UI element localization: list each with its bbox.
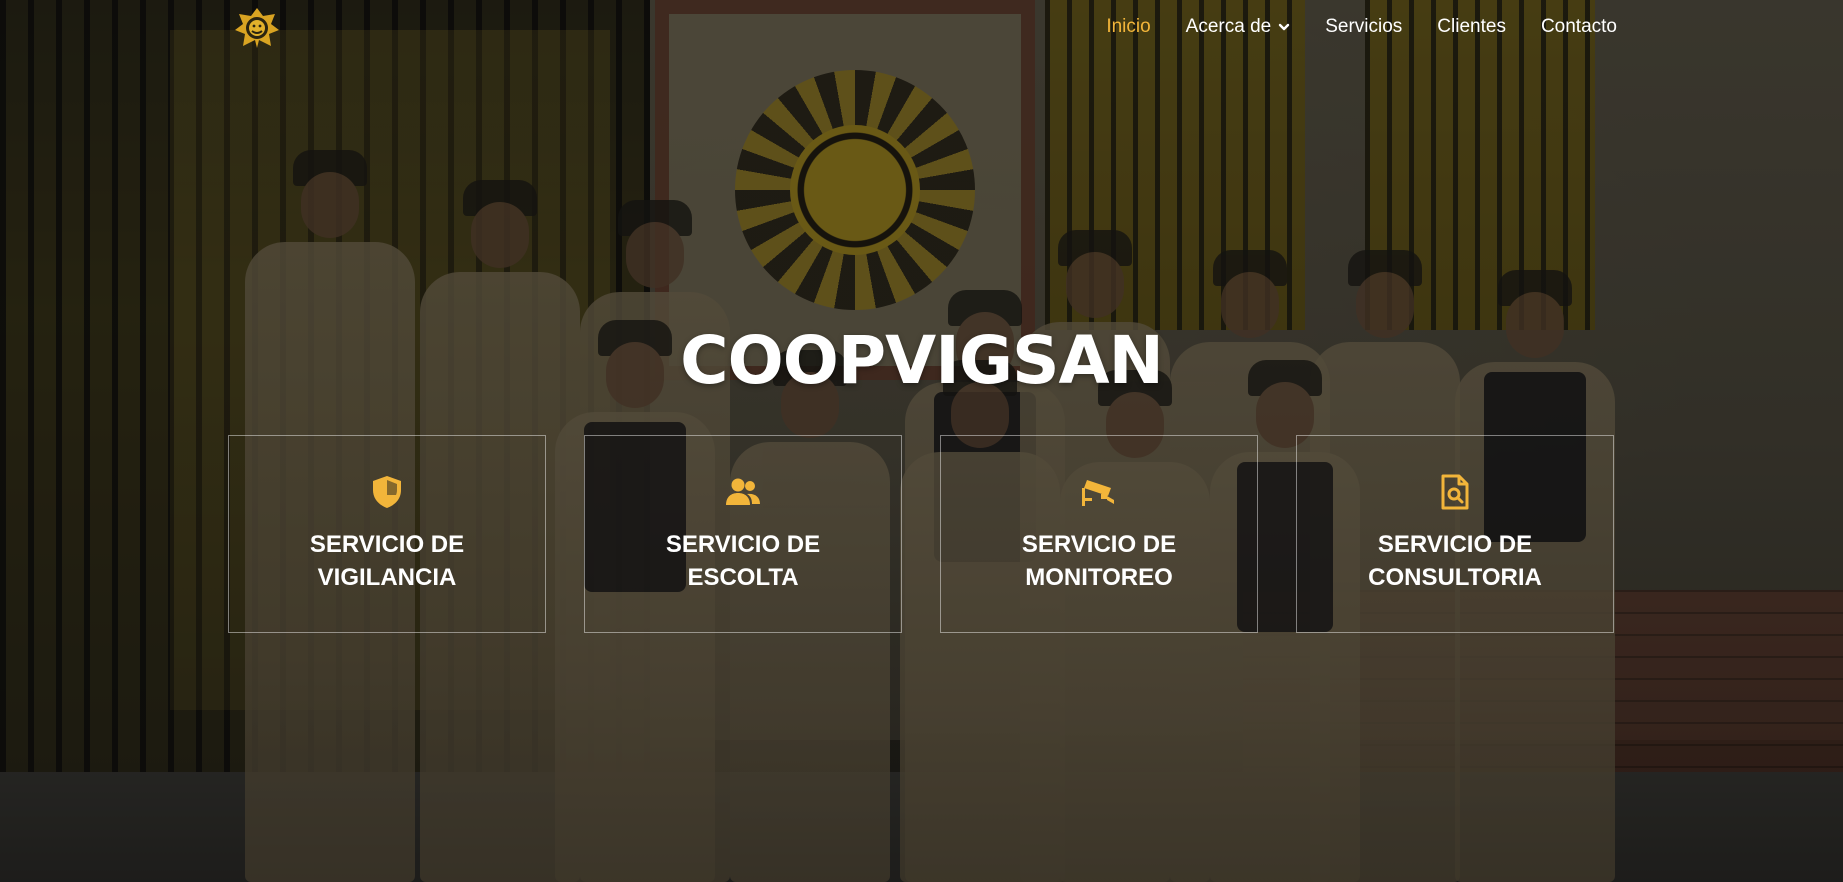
logo-icon[interactable]: [233, 6, 281, 50]
nav-item-label: Inicio: [1106, 16, 1151, 37]
service-card-label: SERVICIO DE ESCOLTA: [665, 531, 821, 591]
hero-title: COOPVIGSAN: [680, 322, 1164, 399]
service-card-vigilancia[interactable]: SERVICIO DE VIGILANCIA: [228, 435, 546, 633]
service-card-label: SERVICIO DE VIGILANCIA: [309, 531, 465, 591]
file-search-icon: [1437, 474, 1473, 510]
nav-item-label: Clientes: [1437, 16, 1506, 37]
security-camera-icon: [1081, 474, 1117, 510]
chevron-down-icon: [1279, 23, 1290, 31]
nav-item-label: Contacto: [1540, 16, 1617, 37]
shield-icon: [369, 474, 405, 510]
nav-menu: Inicio Acerca de Servicios Clientes Cont…: [1106, 0, 1617, 54]
nav-item-inicio[interactable]: Inicio: [1106, 16, 1150, 38]
nav-item-clientes[interactable]: Clientes: [1437, 16, 1506, 38]
service-card-monitoreo[interactable]: SERVICIO DE MONITOREO: [940, 435, 1258, 633]
service-card-consultoria[interactable]: SERVICIO DE CONSULTORIA: [1296, 435, 1614, 633]
main-navbar: Inicio Acerca de Servicios Clientes Cont…: [0, 0, 1843, 56]
nav-item-label: Servicios: [1325, 16, 1403, 37]
nav-item-contacto[interactable]: Contacto: [1541, 16, 1617, 38]
services-grid: SERVICIO DE VIGILANCIA SERVICIO DE ESCOL…: [228, 435, 1615, 635]
service-card-label: SERVICIO DE CONSULTORIA: [1368, 531, 1542, 591]
hero-section: Inicio Acerca de Servicios Clientes Cont…: [0, 0, 1843, 882]
nav-item-servicios[interactable]: Servicios: [1325, 16, 1402, 38]
service-card-label: SERVICIO DE MONITOREO: [1021, 531, 1177, 591]
nav-item-label: Acerca de: [1185, 16, 1272, 37]
service-card-escolta[interactable]: SERVICIO DE ESCOLTA: [584, 435, 902, 633]
users-icon: [725, 474, 761, 510]
nav-item-acerca-de[interactable]: Acerca de: [1186, 16, 1291, 38]
